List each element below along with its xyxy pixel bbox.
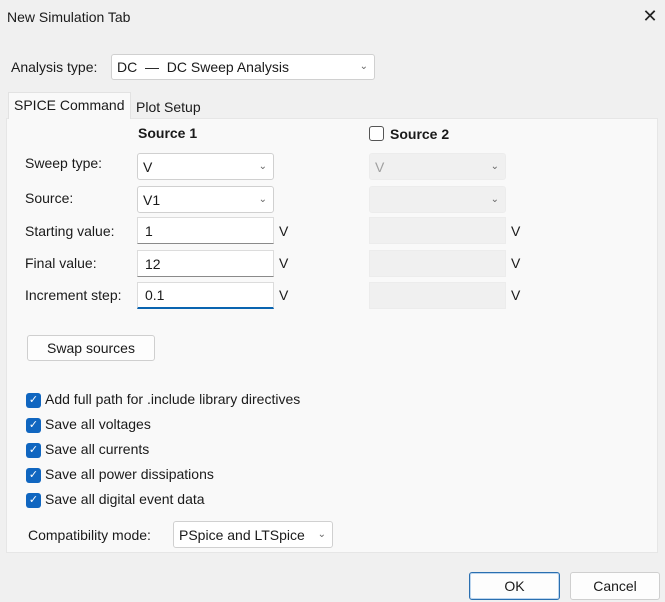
analysis-type-select[interactable]: DC — DC Sweep Analysis ⌄ <box>111 54 375 80</box>
analysis-type-value: DC — DC Sweep Analysis <box>117 59 289 75</box>
chevron-down-icon: ⌄ <box>317 528 326 540</box>
checkbox-checked-icon[interactable]: ✓ <box>26 493 41 508</box>
source1-sweep-type-select[interactable]: V ⌄ <box>137 153 274 180</box>
window-title: New Simulation Tab <box>7 9 131 25</box>
chevron-down-icon: ⌄ <box>258 193 267 205</box>
final-value-label: Final value: <box>25 255 97 271</box>
chevron-down-icon: ⌄ <box>359 60 368 72</box>
chevron-down-icon: ⌄ <box>490 193 499 205</box>
source2-sweep-type-value: V <box>375 158 385 175</box>
source1-sweep-type-value: V <box>143 158 153 175</box>
checkbox-checked-icon[interactable]: ✓ <box>26 418 41 433</box>
source-label: Source: <box>25 190 74 206</box>
compat-mode-select[interactable]: PSpice and LTSpice ⌄ <box>173 521 333 548</box>
analysis-type-label: Analysis type: <box>11 59 98 75</box>
starting-value-label: Starting value: <box>25 223 115 239</box>
source1-final-input[interactable]: 12 <box>137 250 274 277</box>
option-label: Save all voltages <box>45 416 151 432</box>
source2-checkbox[interactable] <box>369 126 384 141</box>
swap-sources-button[interactable]: Swap sources <box>27 335 155 361</box>
sweep-type-label: Sweep type: <box>25 155 103 171</box>
source2-step-input <box>369 282 506 309</box>
option-label: Add full path for .include library direc… <box>45 391 301 407</box>
source1-header: Source 1 <box>138 125 198 141</box>
compat-mode-value: PSpice and LTSpice <box>179 526 305 543</box>
increment-step-label: Increment step: <box>25 287 122 303</box>
source1-source-select[interactable]: V1 ⌄ <box>137 186 274 213</box>
unit-label: V <box>511 287 521 303</box>
source2-header: Source 2 <box>390 126 450 142</box>
compat-mode-label: Compatibility mode: <box>28 527 151 543</box>
cancel-button[interactable]: Cancel <box>570 572 660 600</box>
option-label: Save all currents <box>45 441 150 457</box>
option-label: Save all power dissipations <box>45 466 214 482</box>
tab-plot-setup[interactable]: Plot Setup <box>131 95 206 119</box>
close-icon[interactable]: ✕ <box>640 4 660 28</box>
ok-button[interactable]: OK <box>469 572 560 600</box>
unit-label: V <box>279 255 289 271</box>
unit-label: V <box>279 287 289 303</box>
unit-label: V <box>279 223 289 239</box>
checkbox-checked-icon[interactable]: ✓ <box>26 468 41 483</box>
source1-step-input[interactable]: 0.1 <box>137 282 274 309</box>
chevron-down-icon: ⌄ <box>490 160 499 172</box>
source2-final-input <box>369 250 506 277</box>
unit-label: V <box>511 255 521 271</box>
source1-start-input[interactable]: 1 <box>137 217 274 244</box>
source2-start-input <box>369 217 506 244</box>
option-label: Save all digital event data <box>45 491 205 507</box>
checkbox-checked-icon[interactable]: ✓ <box>26 443 41 458</box>
source1-source-value: V1 <box>143 191 161 208</box>
source2-sweep-type-select: V ⌄ <box>369 153 506 180</box>
chevron-down-icon: ⌄ <box>258 160 267 172</box>
source2-source-select: ⌄ <box>369 186 506 213</box>
unit-label: V <box>511 223 521 239</box>
checkbox-checked-icon[interactable]: ✓ <box>26 393 41 408</box>
tab-spice-command[interactable]: SPICE Command <box>8 92 131 119</box>
